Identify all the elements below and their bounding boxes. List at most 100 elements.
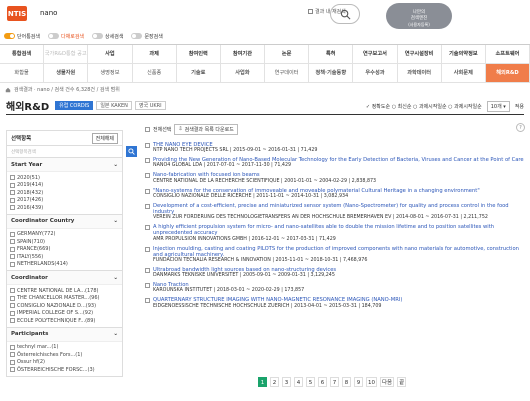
checkbox[interactable] xyxy=(10,261,15,267)
sort-options[interactable]: ✓ 정확도순 ○ 최신순 ○ 과제시작일순 ○ 과제시작일순 xyxy=(366,103,482,110)
tab-category[interactable]: 기술의약정보 xyxy=(441,45,486,64)
checkbox[interactable] xyxy=(145,158,150,164)
page-link[interactable]: 5 xyxy=(306,377,315,387)
filter-item[interactable]: Össur hf(2) xyxy=(10,359,119,367)
tab-category[interactable]: 우수성과 xyxy=(353,64,398,83)
filter-item[interactable]: 2017(426) xyxy=(10,197,119,205)
filter-item[interactable]: 2020(51) xyxy=(10,174,119,182)
filter-item[interactable]: SPAIN(710) xyxy=(10,238,119,246)
chevron-down-icon[interactable]: ⌄ xyxy=(113,275,118,281)
last-page-button[interactable]: 끝 xyxy=(397,377,407,387)
checkbox[interactable] xyxy=(145,298,150,304)
ntis-logo[interactable]: NTIS xyxy=(7,6,27,21)
checkbox[interactable] xyxy=(10,303,15,309)
tab-category[interactable]: 과학데이터 xyxy=(397,64,442,83)
tab-category[interactable]: 논문 xyxy=(265,45,310,64)
page-link[interactable]: 10 xyxy=(366,377,377,387)
result-title-link[interactable]: Injection moulding, casting and coating … xyxy=(153,246,525,258)
checkbox[interactable] xyxy=(10,288,15,294)
tab-category[interactable]: 특허 xyxy=(309,45,354,64)
filter-item[interactable]: ÖSTERREICHISCHE FORSC...(3) xyxy=(10,366,119,374)
checkbox[interactable] xyxy=(10,197,15,203)
filter-item[interactable]: Österreichisches Fors...(1) xyxy=(10,351,119,359)
checkbox[interactable] xyxy=(10,231,15,237)
apply-button[interactable]: 적용 xyxy=(515,103,524,110)
source-tab[interactable]: 일본 KAKEN xyxy=(96,100,132,110)
tab-category[interactable]: 생명정보 xyxy=(88,64,133,83)
toggle-icon[interactable] xyxy=(48,33,60,39)
checkbox[interactable] xyxy=(10,182,15,188)
filter-item[interactable]: CONSIGLIO NAZIONALE D...(93) xyxy=(10,302,119,310)
tab-category[interactable]: 사회문제 xyxy=(441,64,486,83)
chevron-down-icon[interactable]: ⌄ xyxy=(113,218,118,224)
tab-category[interactable]: 참여기관 xyxy=(220,45,266,64)
result-title-link[interactable]: QUARTERNARY STRUCTURE IMAGING WITH NANO-… xyxy=(153,297,402,303)
checkbox[interactable] xyxy=(10,310,15,316)
checkbox[interactable] xyxy=(10,246,15,252)
page-link[interactable]: 8 xyxy=(342,377,351,387)
filter-item[interactable]: technyl mar...(1) xyxy=(10,344,119,352)
source-tab[interactable]: 유럽 CORDIS xyxy=(55,100,94,110)
option-toggle[interactable]: 상세검색 xyxy=(92,33,123,40)
page-link[interactable]: 4 xyxy=(294,377,303,387)
page-link[interactable]: 3 xyxy=(282,377,291,387)
search-button[interactable] xyxy=(330,4,360,24)
per-page-select[interactable]: 10개 ▾ xyxy=(486,101,510,112)
tab-category[interactable]: 국가R&D통합 공고 xyxy=(44,45,89,64)
chevron-down-icon[interactable]: ⌄ xyxy=(113,331,118,337)
checkbox[interactable] xyxy=(145,283,150,289)
tab-category[interactable]: 통합검색 xyxy=(0,45,45,64)
tab-category[interactable]: 소프트웨어 xyxy=(485,45,530,64)
tab-category[interactable]: 사업화 xyxy=(220,64,266,83)
filter-section-header[interactable]: Participants ⌄ xyxy=(7,327,122,342)
checkbox[interactable] xyxy=(145,173,150,179)
tab-category[interactable]: 연구보고서 xyxy=(353,45,398,64)
filter-item[interactable]: GERMANY(772) xyxy=(10,231,119,239)
clear-all-button[interactable]: 전체해제 xyxy=(91,132,118,144)
option-toggle[interactable]: 단어통검색 xyxy=(4,33,40,40)
filter-item[interactable]: NETHERLANDS(414) xyxy=(10,261,119,269)
filter-section-header[interactable]: Coordinator ⌄ xyxy=(7,271,122,285)
tab-category[interactable]: 사업 xyxy=(88,45,133,64)
search-query-text[interactable]: nano xyxy=(40,9,57,17)
checkbox[interactable] xyxy=(10,239,15,245)
checkbox[interactable] xyxy=(145,143,150,148)
tab-category[interactable]: 과제 xyxy=(132,45,177,64)
page-link[interactable]: 6 xyxy=(318,377,327,387)
tab-category[interactable]: 신품종 xyxy=(132,64,177,83)
next-page-button[interactable]: 다음 xyxy=(380,377,395,387)
checkbox[interactable] xyxy=(145,268,150,274)
chevron-down-icon[interactable]: ⌄ xyxy=(113,162,118,168)
checkbox[interactable] xyxy=(10,205,15,211)
filter-item[interactable]: 2016(439) xyxy=(10,204,119,212)
filter-item[interactable]: CENTRE NATIONAL DE LA...(178) xyxy=(10,287,119,295)
filter-item[interactable]: 2018(432) xyxy=(10,189,119,197)
checkbox[interactable] xyxy=(10,318,15,324)
my-search-engine-button[interactable]: 나만의 검색엔진 (사용자등록) xyxy=(386,3,452,29)
checkbox[interactable] xyxy=(10,190,15,196)
toggle-icon[interactable] xyxy=(92,33,104,39)
filter-item[interactable]: 2019(414) xyxy=(10,182,119,190)
tab-category[interactable]: 화합물 xyxy=(0,64,45,83)
select-all-checkbox[interactable] xyxy=(145,126,150,132)
filter-section-header[interactable]: Coordinator Country ⌄ xyxy=(7,214,122,229)
filter-item[interactable]: ITALY(556) xyxy=(10,253,119,261)
select-all-label[interactable]: 전체선택 xyxy=(153,126,171,133)
checkbox[interactable] xyxy=(10,344,15,350)
page-link-current[interactable]: 1 xyxy=(258,377,267,387)
option-toggle[interactable]: 다채로검색 xyxy=(48,33,84,40)
checkbox[interactable] xyxy=(145,188,150,194)
checkbox[interactable] xyxy=(10,175,15,181)
checkbox[interactable] xyxy=(10,352,15,358)
filter-item[interactable]: FRANCE(669) xyxy=(10,246,119,254)
result-title-link[interactable]: "Nano-systems for the conservation of im… xyxy=(153,188,480,194)
tab-category-active[interactable]: 해외R&D xyxy=(485,64,530,83)
filter-item[interactable]: IMPERIAL COLLEGE OF S...(92) xyxy=(10,310,119,318)
tab-category[interactable]: 정책·기술동향 xyxy=(309,64,354,83)
checkbox[interactable] xyxy=(10,254,15,260)
checkbox[interactable] xyxy=(10,295,15,301)
filter-item[interactable]: ECOLE POLYTECHNIQUE F...(89) xyxy=(10,317,119,325)
filter-search-input[interactable]: 선택항목검색 xyxy=(6,146,137,158)
filter-item[interactable]: THE CHANCELLOR MASTER...(96) xyxy=(10,295,119,303)
filter-search-button[interactable] xyxy=(126,146,137,157)
